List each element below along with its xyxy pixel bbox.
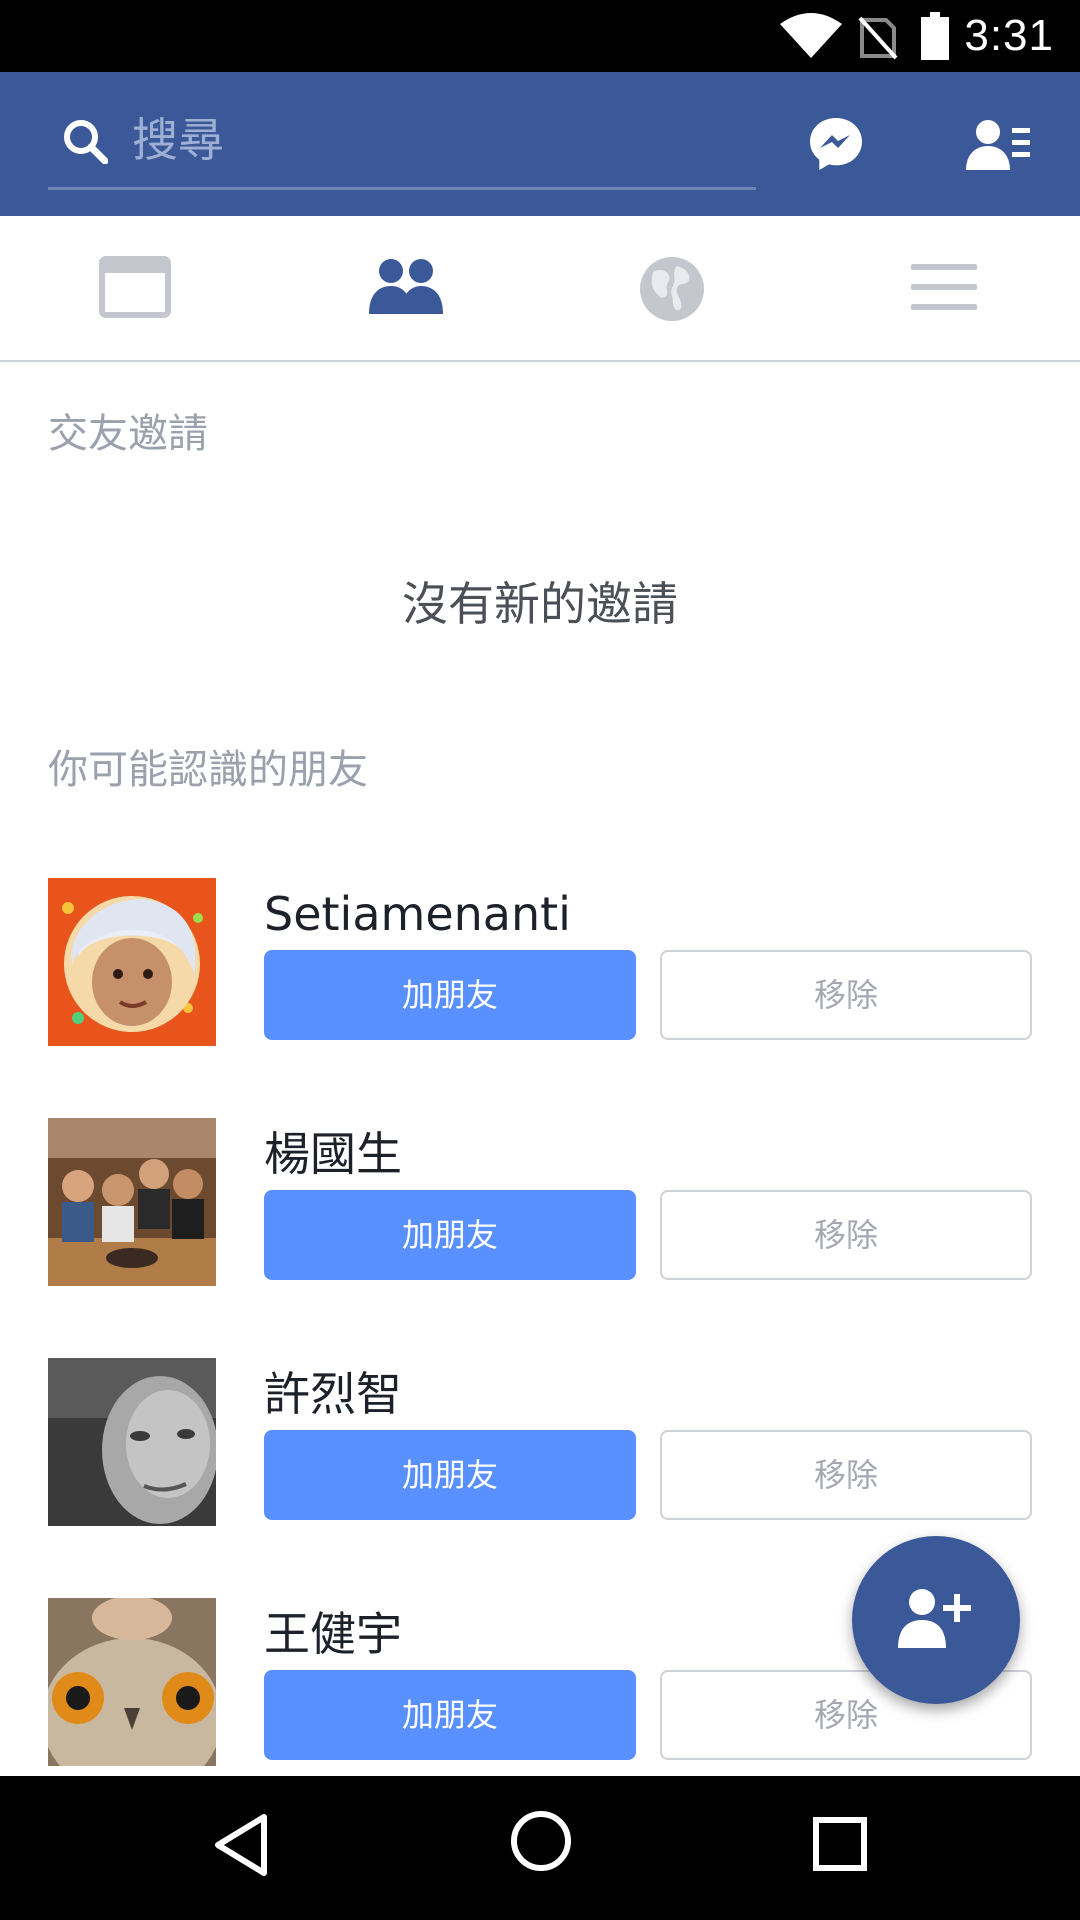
back-icon[interactable] bbox=[212, 1812, 270, 1882]
add-friend-fab[interactable] bbox=[852, 1536, 1020, 1704]
wifi-icon bbox=[780, 12, 842, 62]
avatar[interactable] bbox=[48, 1118, 216, 1286]
add-friend-button[interactable]: 加朋友 bbox=[264, 1190, 636, 1280]
status-bar: 3:31 bbox=[0, 0, 1080, 72]
search-bar[interactable]: 搜尋 bbox=[48, 102, 756, 190]
messenger-icon[interactable] bbox=[808, 116, 864, 176]
tab-friend-requests[interactable] bbox=[270, 216, 540, 360]
search-icon bbox=[62, 118, 109, 168]
people-you-may-know-heading: 你可能認識的朋友 bbox=[48, 747, 368, 793]
remove-button[interactable]: 移除 bbox=[660, 950, 1032, 1040]
avatar[interactable] bbox=[48, 878, 216, 1046]
person-name[interactable]: Setiamenanti bbox=[264, 884, 571, 944]
friend-requests-heading: 交友邀請 bbox=[48, 411, 208, 457]
person-name[interactable]: 王健宇 bbox=[264, 1604, 402, 1664]
no-sim-icon bbox=[858, 16, 898, 64]
remove-button[interactable]: 移除 bbox=[660, 1190, 1032, 1280]
person-name[interactable]: 許烈智 bbox=[264, 1364, 402, 1424]
person-name[interactable]: 楊國生 bbox=[264, 1124, 402, 1184]
app-header: 搜尋 bbox=[0, 72, 1080, 216]
add-friend-button[interactable]: 加朋友 bbox=[264, 1430, 636, 1520]
tab-notifications[interactable] bbox=[540, 216, 810, 360]
suggestion-row: 楊國生 加朋友 移除 bbox=[0, 1118, 1080, 1358]
add-friend-icon bbox=[898, 1589, 971, 1648]
news-feed-icon bbox=[99, 256, 171, 318]
suggestion-row: Setiamenanti 加朋友 移除 bbox=[0, 878, 1080, 1118]
friends-icon bbox=[369, 259, 443, 314]
remove-button[interactable]: 移除 bbox=[660, 1430, 1032, 1520]
tab-bar bbox=[0, 216, 1080, 362]
search-input[interactable]: 搜尋 bbox=[132, 110, 224, 170]
battery-icon bbox=[920, 12, 950, 64]
menu-icon bbox=[911, 264, 977, 310]
avatar[interactable] bbox=[48, 1598, 216, 1766]
no-requests-message: 沒有新的邀請 bbox=[402, 577, 678, 631]
tab-menu[interactable] bbox=[810, 216, 1080, 360]
add-friend-button[interactable]: 加朋友 bbox=[264, 1670, 636, 1760]
recents-icon[interactable] bbox=[812, 1816, 868, 1876]
system-nav-bar bbox=[0, 1776, 1080, 1920]
clock: 3:31 bbox=[964, 11, 1054, 60]
globe-icon bbox=[640, 257, 704, 321]
avatar[interactable] bbox=[48, 1358, 216, 1526]
friends-list-icon[interactable] bbox=[966, 118, 1030, 174]
tab-news-feed[interactable] bbox=[0, 216, 270, 360]
add-friend-button[interactable]: 加朋友 bbox=[264, 950, 636, 1040]
home-icon[interactable] bbox=[510, 1810, 572, 1876]
